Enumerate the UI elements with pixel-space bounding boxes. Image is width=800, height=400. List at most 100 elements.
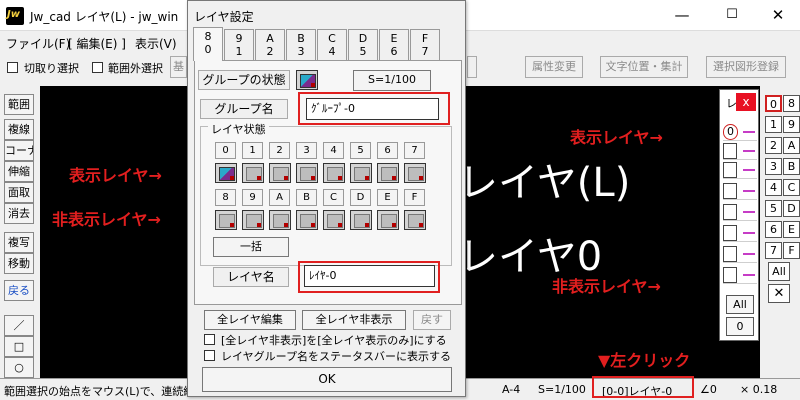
float-layer-row[interactable] bbox=[723, 204, 757, 221]
tool-undo[interactable]: 戻る bbox=[4, 280, 34, 301]
layer-state-cell-1[interactable] bbox=[242, 163, 264, 183]
layer-button-b[interactable]: B bbox=[783, 158, 800, 175]
dialog-title: レイヤ設定 bbox=[194, 10, 254, 24]
layer-button-e[interactable]: E bbox=[783, 221, 800, 238]
tab-group-6[interactable]: E6 bbox=[379, 29, 409, 61]
float-layer-row[interactable]: 0 bbox=[723, 124, 757, 141]
layer-state-cell-f[interactable] bbox=[404, 210, 426, 230]
scale-button[interactable]: S=1/100 bbox=[353, 70, 431, 91]
layer-button-0[interactable]: 0 bbox=[765, 95, 782, 112]
maximize-button[interactable]: ☐ bbox=[710, 4, 754, 28]
group-state-toggle[interactable] bbox=[296, 70, 318, 90]
layer-button-2[interactable]: 2 bbox=[765, 137, 782, 154]
layer-state-cell-b[interactable] bbox=[296, 210, 318, 230]
float-layer-cell[interactable] bbox=[723, 246, 737, 262]
text-position-button[interactable]: 文字位置・集計 bbox=[600, 56, 688, 78]
layer-state-cell-a[interactable] bbox=[269, 210, 291, 230]
circle-icon[interactable]: ○ bbox=[4, 357, 34, 378]
layer-button-6[interactable]: 6 bbox=[765, 221, 782, 238]
attribute-change-button[interactable]: 属性変更 bbox=[525, 56, 583, 78]
tab-group-5[interactable]: D5 bbox=[348, 29, 378, 61]
layer-button-c[interactable]: C bbox=[783, 179, 800, 196]
layer-all-button[interactable]: All bbox=[768, 262, 790, 281]
tool-range[interactable]: 範囲 bbox=[4, 94, 34, 115]
layer-state-cell-c[interactable] bbox=[323, 210, 345, 230]
float-layer-row[interactable] bbox=[723, 162, 757, 179]
layer-name-highlight bbox=[298, 261, 440, 293]
tab-group-2[interactable]: A2 bbox=[255, 29, 285, 61]
layer-state-cell-8[interactable] bbox=[215, 210, 237, 230]
tool-parallel[interactable]: 複線 bbox=[4, 119, 34, 140]
layer-button-d[interactable]: D bbox=[783, 200, 800, 217]
float-layer-cell[interactable] bbox=[723, 267, 737, 283]
float-layer-row[interactable] bbox=[723, 143, 757, 160]
layer-state-cell-d[interactable] bbox=[350, 210, 372, 230]
group-name-status-checkbox[interactable] bbox=[204, 350, 215, 361]
float-layer-cell[interactable] bbox=[723, 143, 737, 159]
layer-state-cell-9[interactable] bbox=[242, 210, 264, 230]
float-layer-cell[interactable] bbox=[723, 204, 737, 220]
layer-button-5[interactable]: 5 bbox=[765, 200, 782, 217]
tool-erase[interactable]: 消去 bbox=[4, 203, 34, 224]
minimize-button[interactable]: — bbox=[660, 4, 704, 28]
tool-move[interactable]: 移動 bbox=[4, 253, 34, 274]
all-layer-edit-button[interactable]: 全レイヤ編集 bbox=[204, 310, 296, 330]
float-layer-row[interactable] bbox=[723, 246, 757, 263]
layer-button-7[interactable]: 7 bbox=[765, 242, 782, 259]
layer-button-4[interactable]: 4 bbox=[765, 179, 782, 196]
tool-chamfer[interactable]: 面取 bbox=[4, 182, 34, 203]
outside-select-label: 範囲外選択 bbox=[108, 62, 163, 75]
float-zero-button[interactable]: 0 bbox=[726, 317, 754, 336]
layer-state-cell-3[interactable] bbox=[296, 163, 318, 183]
layer-number-label: 3 bbox=[296, 142, 317, 159]
layer-button-3[interactable]: 3 bbox=[765, 158, 782, 175]
layer-state-cell-e[interactable] bbox=[377, 210, 399, 230]
layer-button-f[interactable]: F bbox=[783, 242, 800, 259]
layer-state-cell-7[interactable] bbox=[404, 163, 426, 183]
float-layer-cell[interactable] bbox=[723, 225, 737, 241]
ok-button[interactable]: OK bbox=[202, 367, 452, 392]
bulk-button[interactable]: 一括 bbox=[213, 237, 289, 257]
layer-button-9[interactable]: 9 bbox=[783, 116, 800, 133]
float-all-button[interactable]: All bbox=[726, 295, 754, 314]
outside-select-checkbox[interactable] bbox=[92, 62, 103, 73]
all-layer-hide-button[interactable]: 全レイヤ非表示 bbox=[302, 310, 406, 330]
menu-view[interactable]: 表示(V) bbox=[135, 35, 177, 52]
layer-state-cell-4[interactable] bbox=[323, 163, 345, 183]
layer-button-a[interactable]: A bbox=[783, 137, 800, 154]
tool-corner[interactable]: コーナー bbox=[4, 140, 34, 161]
show-only-checkbox[interactable] bbox=[204, 334, 215, 345]
status-scale[interactable]: S=1/100 bbox=[538, 383, 586, 396]
tool-stretch[interactable]: 伸縮 bbox=[4, 161, 34, 182]
float-layer-row[interactable] bbox=[723, 225, 757, 242]
tab-group-4[interactable]: C4 bbox=[317, 29, 347, 61]
menu-file[interactable]: ファイル(F) bbox=[6, 35, 70, 52]
layer-state-cell-5[interactable] bbox=[350, 163, 372, 183]
tab-group-0[interactable]: 80 bbox=[193, 27, 223, 61]
layer-state-cell-6[interactable] bbox=[377, 163, 399, 183]
float-layer-row[interactable] bbox=[723, 183, 757, 200]
tab-group-1[interactable]: 91 bbox=[224, 29, 254, 61]
layer-state-cell-0[interactable] bbox=[215, 163, 237, 183]
tab-top-label: 8 bbox=[204, 30, 212, 43]
float-layer-cell[interactable] bbox=[723, 183, 737, 199]
tab-group-3[interactable]: B3 bbox=[286, 29, 316, 61]
menu-edit[interactable]: [ 編集(E) ] bbox=[68, 35, 126, 52]
layer-button-8[interactable]: 8 bbox=[783, 95, 800, 112]
select-register-button[interactable]: 選択図形登録 bbox=[706, 56, 786, 78]
rectangle-icon[interactable]: □ bbox=[4, 336, 34, 357]
float-layer-cell[interactable] bbox=[723, 162, 737, 178]
layer-x-button[interactable]: ✕ bbox=[768, 284, 790, 303]
crop-select-checkbox[interactable] bbox=[7, 62, 18, 73]
base-button[interactable]: 基 bbox=[170, 56, 187, 78]
close-button[interactable]: ✕ bbox=[756, 4, 800, 28]
float-layer-cell[interactable]: 0 bbox=[723, 124, 738, 140]
revert-button[interactable]: 戻す bbox=[413, 310, 451, 330]
float-layer-row[interactable] bbox=[723, 267, 757, 284]
layer-button-1[interactable]: 1 bbox=[765, 116, 782, 133]
tab-group-7[interactable]: F7 bbox=[410, 29, 440, 61]
line-icon[interactable]: ／ bbox=[4, 315, 34, 336]
float-panel-close-button[interactable]: x bbox=[736, 93, 756, 111]
layer-state-cell-2[interactable] bbox=[269, 163, 291, 183]
tool-copy[interactable]: 複写 bbox=[4, 232, 34, 253]
